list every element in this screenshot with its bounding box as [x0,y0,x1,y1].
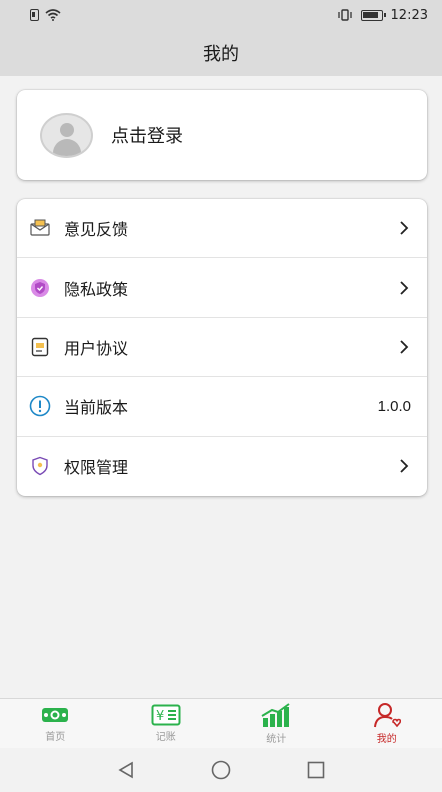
system-navigation-bar [0,748,442,792]
settings-menu: 意见反馈 隐私政策 用户协议 当前版本 1.0.0 权限管理 [17,199,427,496]
chevron-right-icon [400,340,409,354]
info-icon [29,395,51,417]
profile-icon [373,703,401,728]
svg-text:¥: ¥ [156,709,164,724]
money-icon [42,708,69,722]
menu-item-version[interactable]: 当前版本 1.0.0 [17,377,427,437]
menu-label: 当前版本 [64,398,129,418]
chart-icon [261,703,290,727]
agreement-note-icon [29,336,51,358]
back-nav-icon[interactable] [117,761,135,779]
tab-home[interactable]: 首页 [0,699,111,748]
chevron-right-icon [400,280,409,295]
vibrate-icon [337,9,352,21]
login-card[interactable]: 点击登录 [17,90,427,180]
menu-item-feedback[interactable]: 意见反馈 [17,199,427,259]
menu-label: 隐私政策 [64,279,129,299]
status-time: 12:23 [390,7,428,23]
menu-label: 意见反馈 [64,220,129,240]
bottom-tab-bar: 首页 ¥ 记账 统计 我的 [0,698,442,748]
recent-apps-nav-icon[interactable] [307,761,325,779]
menu-item-agreement[interactable]: 用户协议 [17,318,427,378]
feedback-mail-icon [29,217,51,239]
permission-shield-icon [29,455,51,477]
wifi-icon [45,9,61,21]
page-title-bar: 我的 [0,30,442,76]
battery-icon [360,9,386,21]
version-number: 1.0.0 [377,397,411,415]
page-title: 我的 [203,44,239,65]
status-bar: 12:23 [0,0,442,30]
menu-item-permissions[interactable]: 权限管理 [17,437,427,496]
menu-label: 用户协议 [64,338,129,358]
tab-statistics[interactable]: 统计 [221,699,332,748]
tab-ledger[interactable]: ¥ 记账 [111,699,222,748]
privacy-shield-icon [29,277,51,299]
home-nav-icon[interactable] [211,760,231,780]
sim-card-icon [30,9,39,21]
tab-profile[interactable]: 我的 [332,699,442,748]
ledger-icon: ¥ [151,704,181,726]
chevron-right-icon [400,459,409,473]
login-prompt: 点击登录 [111,126,183,147]
status-left [30,9,61,21]
tab-label: 我的 [376,734,397,745]
tab-label: 首页 [45,732,66,743]
menu-label: 权限管理 [64,458,129,478]
menu-item-privacy[interactable]: 隐私政策 [17,258,427,318]
chevron-right-icon [400,221,409,235]
tab-label: 统计 [266,734,287,745]
user-avatar-icon [40,112,93,158]
status-right: 12:23 [337,8,428,23]
tab-label: 记账 [155,732,176,743]
